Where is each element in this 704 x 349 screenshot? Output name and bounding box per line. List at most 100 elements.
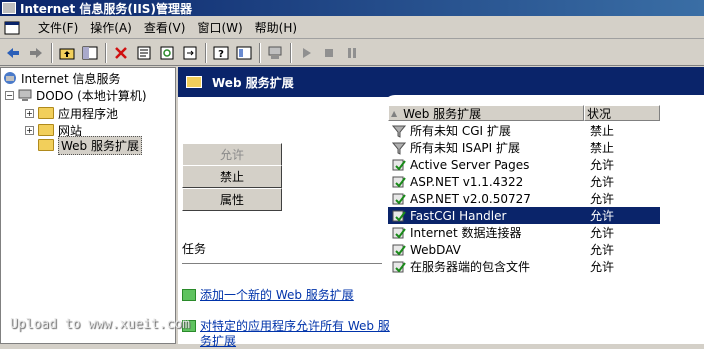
back-button[interactable]: [2, 42, 24, 64]
menu-system[interactable]: [0, 18, 34, 38]
list-item[interactable]: FastCGI Handler 允许: [388, 207, 660, 224]
tree-node-app-pools[interactable]: + 应用程序池: [25, 105, 118, 121]
up-button[interactable]: [56, 42, 78, 64]
menu-bar: 文件(F) 操作(A) 查看(V) 窗口(W) 帮助(H): [0, 17, 704, 39]
column-header-name[interactable]: ▲ Web 服务扩展: [388, 105, 584, 121]
pane-header: Web 服务扩展: [178, 67, 704, 97]
toolbar-separator: [51, 42, 53, 63]
title-bar[interactable]: Internet 信息服务(IIS)管理器: [0, 0, 704, 16]
list-item[interactable]: 所有未知 ISAPI 扩展 禁止: [388, 139, 660, 156]
extensions-list: ▲ Web 服务扩展 状况 所有未知 CGI 扩展 禁止 所有未知 ISAPI 扩展…: [388, 105, 660, 315]
extension-allowed-icon: [392, 261, 406, 273]
list-item[interactable]: ASP.NET v1.1.4322 允许: [388, 173, 660, 190]
extension-status: 允许: [590, 226, 615, 240]
collapse-toggle[interactable]: −: [5, 90, 14, 100]
cell-name: 所有未知 CGI 扩展: [388, 122, 584, 139]
forward-icon: [30, 47, 42, 58]
cell-name: FastCGI Handler: [388, 209, 584, 223]
export-icon: [183, 46, 197, 59]
column-label: Web 服务扩展: [403, 106, 482, 121]
column-header-status[interactable]: 状况: [584, 105, 660, 121]
extension-name: WebDAV: [410, 242, 461, 257]
refresh-button[interactable]: [156, 42, 178, 64]
list-item[interactable]: ASP.NET v2.0.50727 允许: [388, 190, 660, 207]
pause-icon: [348, 47, 356, 58]
extension-name: 所有未知 ISAPI 扩展: [410, 141, 520, 155]
show-hide-tree-icon: [82, 46, 98, 59]
refresh-icon: [160, 46, 174, 59]
folder-icon: [38, 124, 54, 136]
arrow-icon: [182, 289, 196, 301]
cell-name: 所有未知 ISAPI 扩展: [388, 139, 584, 156]
expand-toggle[interactable]: +: [25, 125, 34, 135]
properties-button[interactable]: [133, 42, 155, 64]
extension-status: 禁止: [590, 141, 615, 155]
pane-title: Web 服务扩展: [212, 75, 294, 90]
extension-status: 允许: [590, 175, 615, 189]
extension-allowed-icon: [392, 227, 406, 239]
folder-icon: [186, 76, 202, 88]
show-hide-tree-button[interactable]: [79, 42, 101, 64]
extension-status: 禁止: [590, 124, 615, 138]
extension-status: 允许: [590, 209, 615, 223]
extension-name: ASP.NET v1.1.4322: [410, 174, 524, 189]
filter-icon: [392, 142, 406, 155]
task-add-extension[interactable]: 添加一个新的 Web 服务扩展: [182, 288, 390, 303]
export-button[interactable]: [179, 42, 201, 64]
expand-toggle[interactable]: +: [25, 108, 34, 118]
prohibit-button[interactable]: 禁止: [182, 165, 282, 188]
extension-name: FastCGI Handler: [410, 208, 507, 223]
list-item[interactable]: Internet 数据连接器 允许: [388, 224, 660, 241]
menu-view[interactable]: 查看(V): [140, 18, 194, 38]
task-link[interactable]: 对特定的应用程序允许所有 Web 服务扩展: [200, 319, 390, 349]
help-button[interactable]: ?: [210, 42, 232, 64]
delete-button[interactable]: [110, 42, 132, 64]
extension-status: 允许: [590, 243, 615, 257]
extension-name: Active Server Pages: [410, 157, 530, 172]
sort-ascending-icon: ▲: [391, 108, 398, 118]
list-item[interactable]: 所有未知 CGI 扩展 禁止: [388, 122, 660, 139]
cell-name: ASP.NET v2.0.50727: [388, 192, 584, 206]
up-folder-icon: [59, 48, 75, 59]
tree-node-root[interactable]: Internet 信息服务: [3, 70, 120, 86]
iis-app-icon: [2, 2, 16, 14]
list-item[interactable]: WebDAV 允许: [388, 241, 660, 258]
console-tree-button[interactable]: [233, 42, 255, 64]
back-icon: [7, 47, 19, 58]
computer-icon: [18, 89, 32, 101]
delete-icon: [115, 46, 127, 59]
pause-button[interactable]: [341, 42, 363, 64]
toolbar-separator: [290, 42, 292, 63]
properties-button[interactable]: 属性: [182, 188, 282, 211]
tree-node-web-service-extensions[interactable]: Web 服务扩展: [38, 135, 142, 155]
computer-button[interactable]: [264, 42, 286, 64]
extension-allowed-icon: [392, 244, 406, 256]
tree-node-computer[interactable]: − DODO (本地计算机): [5, 87, 147, 103]
computer-icon: [268, 46, 282, 59]
svg-text:?: ?: [218, 49, 224, 60]
menu-action[interactable]: 操作(A): [86, 18, 140, 38]
menu-help[interactable]: 帮助(H): [251, 18, 305, 38]
menu-window[interactable]: 窗口(W): [193, 18, 250, 38]
start-button[interactable]: [295, 42, 317, 64]
extension-name: 在服务器端的包含文件: [410, 260, 531, 274]
toolbar-separator: [205, 42, 207, 63]
menu-file[interactable]: 文件(F): [34, 18, 86, 38]
cell-name: WebDAV: [388, 243, 584, 257]
list-item[interactable]: 在服务器端的包含文件 允许: [388, 258, 660, 275]
filter-icon: [392, 125, 406, 138]
properties-icon: [137, 46, 151, 59]
extension-allowed-icon: [392, 193, 406, 205]
stop-button[interactable]: [318, 42, 340, 64]
list-item[interactable]: Active Server Pages 允许: [388, 156, 660, 173]
window-title: Internet 信息服务(IIS)管理器: [20, 1, 192, 16]
allow-button[interactable]: 允许: [182, 143, 282, 166]
extension-name: ASP.NET v2.0.50727: [410, 191, 531, 206]
extension-allowed-icon: [392, 159, 406, 171]
task-link[interactable]: 添加一个新的 Web 服务扩展: [200, 288, 390, 303]
extension-allowed-icon: [392, 176, 406, 188]
tree-computer-label: DODO (本地计算机): [36, 88, 147, 103]
stop-icon: [325, 48, 333, 57]
task-allow-all-for-app[interactable]: 对特定的应用程序允许所有 Web 服务扩展: [182, 319, 390, 349]
forward-button[interactable]: [25, 42, 47, 64]
